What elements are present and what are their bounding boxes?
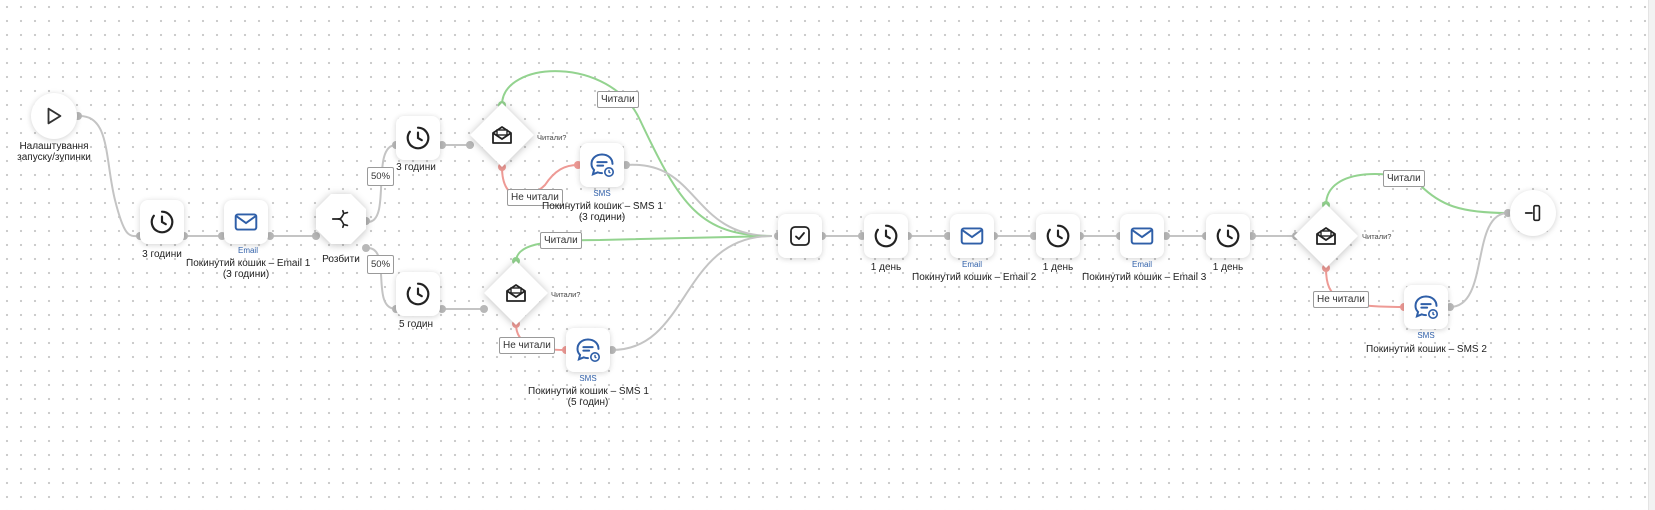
node-type-label: Email xyxy=(237,246,258,255)
wait-label: 1 день xyxy=(1212,262,1244,273)
wait-node[interactable] xyxy=(864,214,908,258)
read-question: Читали? xyxy=(537,133,567,142)
merge-node[interactable] xyxy=(778,214,822,258)
check-icon xyxy=(790,226,810,246)
mail-open-icon xyxy=(1316,227,1336,245)
read-question: Читали? xyxy=(1362,232,1392,241)
play-icon xyxy=(47,107,62,125)
clock-icon xyxy=(874,224,898,248)
port-dot[interactable] xyxy=(362,244,370,252)
workflow-canvas[interactable]: Налаштування запуску/зупинки 3 години Em… xyxy=(0,0,1655,510)
sms-node[interactable] xyxy=(580,143,624,187)
sms-icon xyxy=(576,338,601,363)
node-type-label: Email xyxy=(961,260,982,269)
start-node[interactable] xyxy=(31,93,77,139)
exit-node[interactable] xyxy=(1510,190,1556,236)
wait-label: 3 години xyxy=(142,249,182,260)
node-type-label: SMS xyxy=(1417,331,1435,340)
mail-icon xyxy=(960,227,984,245)
node-type-label: SMS xyxy=(593,189,611,198)
edge-label-not-read[interactable]: Не читали xyxy=(499,337,555,354)
email-node[interactable] xyxy=(950,214,994,258)
vertical-scrollbar[interactable] xyxy=(1648,0,1655,510)
clock-icon xyxy=(1216,224,1240,248)
clock-icon xyxy=(406,126,430,150)
mail-icon xyxy=(234,213,258,231)
split-label: Розбити xyxy=(322,254,360,265)
read-check-node[interactable] xyxy=(484,261,548,325)
mail-icon xyxy=(1130,227,1154,245)
edge-smsbottom-merge xyxy=(611,235,773,351)
email-label: Покинутий кошик – Email 2 xyxy=(912,272,1037,283)
node-type-label: Email xyxy=(1131,260,1152,269)
sms-label: Покинутий кошик – SMS 1 (3 години) xyxy=(542,201,663,223)
wait-label: 1 день xyxy=(870,262,902,273)
edge-label-not-read[interactable]: Не читали xyxy=(1313,291,1369,308)
email-label: Покинутий кошик – Email 1 (3 години) xyxy=(186,258,311,280)
mail-open-icon xyxy=(492,126,512,144)
wait-node[interactable] xyxy=(396,116,440,160)
email-node[interactable] xyxy=(1120,214,1164,258)
wait-label: 3 години xyxy=(396,162,436,173)
wait-node[interactable] xyxy=(396,272,440,316)
read-question: Читали? xyxy=(551,290,581,299)
mail-open-icon xyxy=(506,284,526,302)
split-icon xyxy=(331,209,349,229)
edge-label-read[interactable]: Читали xyxy=(1383,170,1425,187)
edge-label-read[interactable]: Читали xyxy=(540,232,582,249)
sms-icon xyxy=(590,153,615,178)
connections xyxy=(79,70,1509,351)
wait-node[interactable] xyxy=(140,200,184,244)
sms-node[interactable] xyxy=(1404,285,1448,329)
edge-sms2-exit xyxy=(1449,212,1509,308)
exit-icon xyxy=(1524,204,1541,222)
edge-start-wait1 xyxy=(79,115,141,238)
wait-label: 5 годин xyxy=(398,319,434,330)
edge-label-read[interactable]: Читали xyxy=(597,91,639,108)
email-label: Покинутий кошик – Email 3 xyxy=(1082,272,1207,283)
sms-icon xyxy=(1414,295,1439,320)
sms-node[interactable] xyxy=(566,328,610,372)
node-type-label: SMS xyxy=(579,374,597,383)
split-node[interactable] xyxy=(316,194,366,244)
clock-icon xyxy=(1046,224,1070,248)
wait-node[interactable] xyxy=(1206,214,1250,258)
clock-icon xyxy=(406,282,430,306)
wait-node[interactable] xyxy=(1036,214,1080,258)
sms-label: Покинутий кошик – SMS 1 (5 годин) xyxy=(528,386,649,408)
clock-icon xyxy=(150,210,174,234)
sms-label: Покинутий кошик – SMS 2 xyxy=(1366,344,1487,355)
read-check-node[interactable] xyxy=(1294,204,1358,268)
start-label: Налаштування запуску/зупинки xyxy=(17,141,91,163)
split-percent-bottom[interactable]: 50% xyxy=(367,255,395,274)
email-node[interactable] xyxy=(224,200,268,244)
wait-label: 1 день xyxy=(1042,262,1074,273)
read-check-node[interactable] xyxy=(470,103,534,167)
